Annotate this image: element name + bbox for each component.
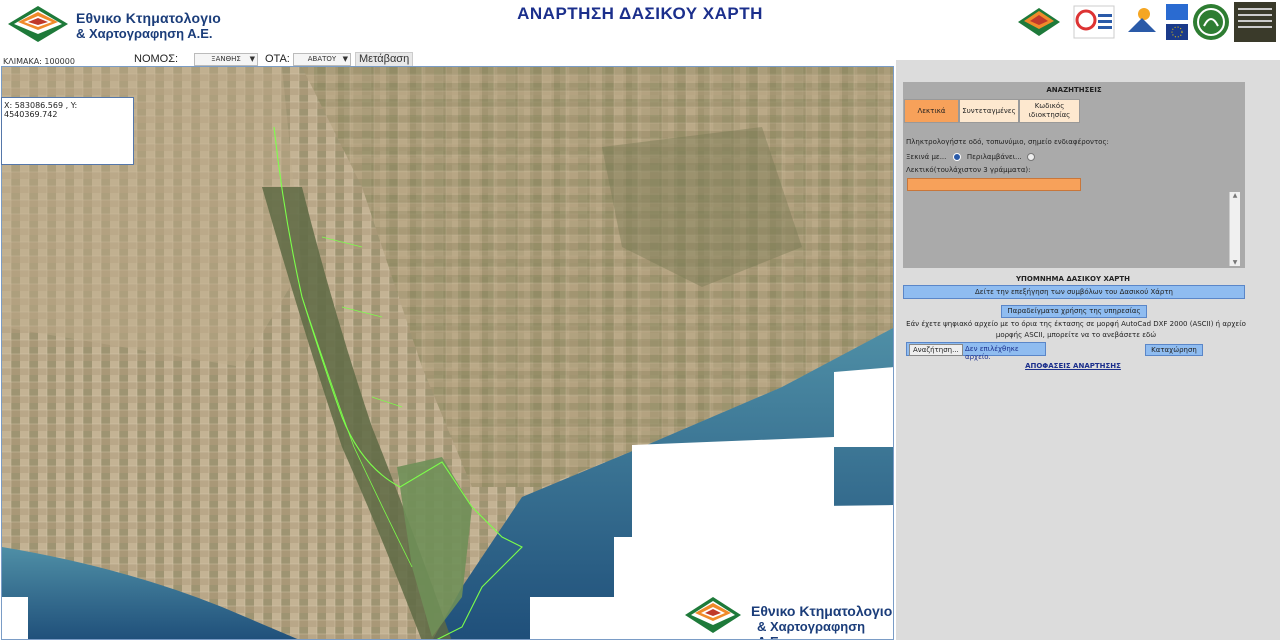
search-box: ΑΝΑΖΗΤΗΣΕΙΣ Λεκτικά Συντεταγμένες Κωδικό…	[903, 82, 1245, 268]
location-controls: ΚΛΙΜΑΚΑ: 100000 ΝΟΜΟΣ: ΞΑΝΘΗΣ ▼ ΟΤΑ: ΑΒΑ…	[0, 52, 415, 67]
nomos-value: ΞΑΝΘΗΣ	[211, 55, 241, 63]
scroll-down-icon[interactable]: ▼	[1230, 259, 1240, 266]
chevron-down-icon: ▼	[342, 55, 348, 63]
org-name-line2: & Χαρτογραφηση Α.Ε.	[76, 26, 213, 41]
map-watermark-logo: Εθνικο Κτηματολογιο & Χαρτογραφηση Α.Ε.	[681, 595, 893, 639]
tab-kodikos-label: Κωδικός ιδιοκτησίας	[1028, 102, 1071, 119]
watermark-line1: Εθνικο Κτηματολογιο	[751, 603, 893, 619]
ktimatologio-small-logo	[1018, 8, 1060, 36]
search-text-input[interactable]	[907, 178, 1081, 191]
scroll-up-icon[interactable]: ▲	[1230, 192, 1240, 199]
search-hint: Πληκτρολογήστε οδό, τοπωνύμιο, σημείο εν…	[906, 138, 1109, 146]
tab-lektika-label: Λεκτικά	[917, 107, 946, 115]
tab-syntetagmenes-label: Συντεταγμένες	[962, 107, 1016, 115]
espa-logo	[1122, 2, 1162, 42]
results-scrollbar[interactable]: ▲ ▼	[1229, 192, 1240, 266]
decisions-link[interactable]: ΑΠΟΦΑΣΕΙΣ ΑΝΑΡΤΗΣΗΣ	[896, 362, 1250, 370]
file-upload: Αναζήτηση... Δεν επιλέχθηκε αρχείο.	[906, 342, 1046, 361]
map-imagery	[2, 67, 893, 639]
watermark-line2: & Χαρτογραφηση Α.Ε.	[757, 619, 866, 639]
legend-link[interactable]: Δείτε την επεξήγηση των συμβόλων του Δασ…	[903, 285, 1245, 299]
nomos-label: ΝΟΜΟΣ:	[134, 53, 179, 65]
egov-logo	[1073, 5, 1115, 39]
ministry-emblem-logo	[1193, 4, 1229, 40]
satellite-map[interactable]: Εθνικο Κτηματολογιο & Χαρτογραφηση Α.Ε.	[1, 66, 894, 640]
ministry-text-logo	[1234, 2, 1276, 42]
contains-radio[interactable]	[1026, 153, 1035, 161]
ota-select[interactable]: ΑΒΑΤΟΥ ▼	[293, 53, 351, 66]
ota-label: ΟΤΑ:	[265, 53, 290, 65]
header: Εθνικο Κτηματολογιο & Χαρτογραφηση Α.Ε. …	[0, 0, 1280, 52]
legend-title: ΥΠΟΜΝΗΜΑ ΔΑΣΙΚΟΥ ΧΑΡΤΗ	[1015, 275, 1131, 283]
tab-kodikos[interactable]: Κωδικός ιδιοκτησίας	[1019, 99, 1080, 123]
right-panel: ΑΝΑΖΗΤΗΣΕΙΣ Λεκτικά Συντεταγμένες Κωδικό…	[896, 60, 1280, 640]
chevron-down-icon: ▼	[249, 55, 255, 63]
ktimatologio-watermark-icon	[685, 597, 741, 633]
map-scale: ΚΛΙΜΑΚΑ: 100000	[3, 57, 75, 66]
starts-with-option[interactable]: Ξεκινά με... Περιλαμβάνει...	[906, 153, 1035, 161]
eu-flag-logo	[1166, 4, 1188, 40]
browse-button[interactable]: Αναζήτηση...	[909, 344, 963, 356]
contains-label: Περιλαμβάνει...	[966, 153, 1022, 161]
tab-syntetagmenes[interactable]: Συντεταγμένες	[959, 99, 1019, 123]
text-label: Λεκτικό(τουλάχιστον 3 γράμματα):	[906, 166, 1031, 174]
coordinates-readout: X: 583086.569 , Y: 4540369.742	[4, 101, 78, 119]
starts-with-label: Ξεκινά με...	[906, 153, 947, 161]
nomos-select[interactable]: ΞΑΝΘΗΣ ▼	[194, 53, 258, 66]
search-title: ΑΝΑΖΗΤΗΣΕΙΣ	[1046, 86, 1102, 94]
partner-logos	[1014, 2, 1276, 44]
go-button[interactable]: Μετάβαση	[355, 52, 414, 67]
no-file-label: Δεν επιλέχθηκε αρχείο.	[965, 345, 1019, 361]
starts-with-radio[interactable]	[952, 153, 961, 161]
dxf-upload-note: Εάν έχετε ψηφιακό αρχείο με το όρια της …	[906, 320, 1246, 339]
coordinates-box: X: 583086.569 , Y: 4540369.742	[1, 97, 134, 165]
ota-value: ΑΒΑΤΟΥ	[307, 55, 337, 63]
register-button[interactable]: Καταχώρηση	[1145, 344, 1203, 356]
tab-lektika[interactable]: Λεκτικά	[904, 99, 959, 123]
examples-button[interactable]: Παραδείγματα χρήσης της υπηρεσίας	[1001, 305, 1147, 318]
